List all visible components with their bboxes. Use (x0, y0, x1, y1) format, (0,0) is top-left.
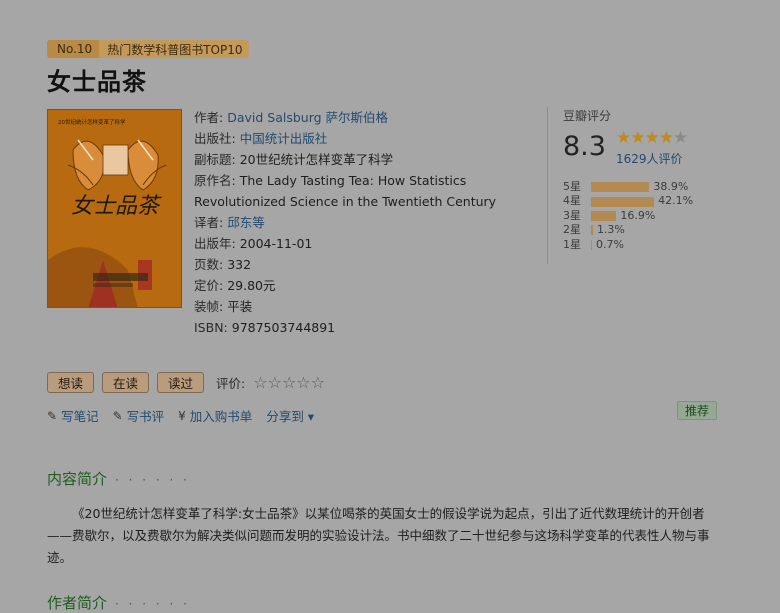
rating-bar-label: 2星 (563, 223, 581, 237)
isbn-label: ISBN: (194, 320, 228, 335)
rating-panel: 豆瓣评分 8.3 ★★★★★ 1629人评价 5星 38.9% 4星 42.1% 3星 1… (547, 107, 727, 264)
author-intro-dots: · · · · · · (115, 597, 190, 611)
rating-score: 8.3 (563, 131, 606, 162)
add-to-cart-link[interactable]: ¥ 加入购书单 (178, 406, 252, 425)
info-original: 原作名: The Lady Tasting Tea: How Statistic… (194, 170, 534, 212)
star-empty-icon: ★ (673, 128, 688, 148)
rate-label: 评价: (216, 376, 246, 391)
info-author: 作者: David Salsburg 萨尔斯伯格 (194, 107, 534, 128)
isbn-value: 9787503744891 (231, 320, 336, 335)
info-subtitle: 副标题: 20世纪统计怎样变革了科学 (194, 149, 534, 170)
reading-button[interactable]: 在读 (102, 372, 150, 393)
pencil-icon: ✎ (112, 408, 123, 423)
rating-bar-label: 5星 (563, 180, 581, 193)
write-note-link[interactable]: ✎ 写笔记 (47, 406, 99, 425)
rating-bar-label: 4星 (563, 194, 581, 208)
rating-bar-row: 1星 0.7% (563, 238, 693, 252)
rating-bar-fill (591, 196, 655, 207)
want-read-button[interactable]: 想读 (47, 372, 95, 393)
info-isbn: ISBN: 9787503744891 (194, 317, 534, 338)
rating-bar-row: 2星 1.3% (563, 223, 693, 237)
rank-text: 热门数学科普图书TOP10 (107, 42, 243, 57)
rating-bar-row: 4星 42.1% (563, 194, 693, 208)
price-value: 29.80元 (227, 278, 276, 293)
rating-bar-row: 5星 38.9% (563, 180, 693, 194)
write-note-label: 写笔记 (61, 409, 99, 424)
rating-bar-label: 3星 (563, 208, 581, 222)
cover-calligraphy: 女士品茶 (71, 194, 162, 219)
book-title: 女士品茶 (47, 68, 147, 96)
publisher-link[interactable]: 中国统计出版社 (240, 131, 328, 146)
subtitle-value: 20世纪统计怎样变革了科学 (239, 152, 394, 167)
rating-bar-row: 3星 16.9% (563, 209, 693, 223)
rating-bar-fill (591, 210, 617, 221)
pages-value: 332 (227, 257, 252, 272)
cover-top-text: 20世纪统计怎样变革了科学 (58, 118, 126, 126)
rank-number: No.10 (47, 40, 100, 58)
rating-bar-label: 1星 (563, 237, 581, 251)
book-cover-art: 20世纪统计怎样变革了科学 女士品茶 (48, 110, 181, 307)
publisher-label: 出版社: (194, 131, 236, 146)
rating-bar-percent: 16.9% (620, 208, 656, 222)
rank-badge[interactable]: No.10 热门数学科普图书TOP10 (47, 40, 249, 58)
action-bar: 想读 在读 读过 评价: ☆☆☆☆☆ (47, 372, 325, 393)
intro-title: 内容简介 (47, 470, 108, 488)
author-link[interactable]: David Salsburg 萨尔斯伯格 (227, 110, 388, 125)
book-info: 作者: David Salsburg 萨尔斯伯格 出版社: 中国统计出版社 副标… (194, 107, 534, 338)
add-to-cart-label: 加入购书单 (189, 409, 253, 424)
share-label: 分享到 ▾ (266, 409, 315, 424)
translator-label: 译者: (194, 215, 224, 230)
write-review-link[interactable]: ✎ 写书评 (113, 406, 165, 425)
rating-bar-fill (591, 182, 650, 193)
price-label: 定价: (194, 278, 224, 293)
rating-distribution: 5星 38.9% 4星 42.1% 3星 16.9% 2星 1.3% 1星 0.7% (563, 180, 693, 252)
subtitle-label: 副标题: (194, 152, 236, 167)
author-intro-heading: 作者简介 · · · · · · (47, 592, 190, 613)
star-icon: ★ (616, 128, 631, 148)
year-label: 出版年: (194, 236, 236, 251)
yen-icon: ¥ (178, 408, 186, 423)
intro-text: 《20世纪统计怎样变革了科学:女士品茶》以某位喝茶的英国女士的假设学说为起点，引… (47, 506, 710, 565)
author-intro-title: 作者简介 (47, 594, 108, 612)
book-cover[interactable]: 20世纪统计怎样变革了科学 女士品茶 (47, 109, 182, 308)
secondary-links: ✎ 写笔记 ✎ 写书评 ¥ 加入购书单 分享到 ▾ (47, 406, 314, 425)
original-label: 原作名: (194, 173, 236, 188)
rating-bar-percent: 0.7% (596, 237, 624, 251)
star-icon: ★ (658, 128, 674, 148)
binding-label: 装帧: (194, 299, 224, 314)
write-review-label: 写书评 (126, 409, 165, 424)
rating-stars: ★★★★★ (616, 128, 688, 148)
rating-votes-link[interactable]: 1629人评价 (616, 150, 683, 167)
star-icon: ★ (644, 128, 660, 148)
recommend-button[interactable]: 推荐 (677, 401, 718, 420)
binding-value: 平装 (227, 299, 253, 314)
info-pages: 页数: 332 (194, 254, 534, 275)
info-price: 定价: 29.80元 (194, 275, 534, 296)
info-publisher: 出版社: 中国统计出版社 (194, 128, 534, 149)
intro-dots: · · · · · · (115, 473, 190, 487)
pencil-icon: ✎ (47, 408, 58, 423)
read-button[interactable]: 读过 (157, 372, 205, 393)
rating-title: 豆瓣评分 (563, 109, 612, 123)
share-dropdown[interactable]: 分享到 ▾ (266, 406, 314, 425)
rate-stars-input[interactable]: ☆☆☆☆☆ (253, 373, 325, 392)
translator-link[interactable]: 邱东等 (227, 215, 265, 230)
rating-bar-fill (591, 225, 593, 236)
info-binding: 装帧: 平装 (194, 296, 534, 317)
rating-bar-fill (591, 239, 593, 250)
intro-heading: 内容简介 · · · · · · (47, 468, 190, 489)
rating-bar-percent: 38.9% (653, 180, 689, 193)
pages-label: 页数: (194, 257, 224, 272)
author-label: 作者: (194, 110, 224, 125)
rating-bar-percent: 42.1% (658, 194, 694, 208)
info-translator: 译者: 邱东等 (194, 212, 534, 233)
year-value: 2004-11-01 (239, 236, 313, 251)
info-year: 出版年: 2004-11-01 (194, 233, 534, 254)
rating-bar-percent: 1.3% (596, 223, 625, 237)
star-icon: ★ (630, 128, 645, 148)
original-value: The Lady Tasting Tea: How Statistics Rev… (194, 173, 497, 209)
